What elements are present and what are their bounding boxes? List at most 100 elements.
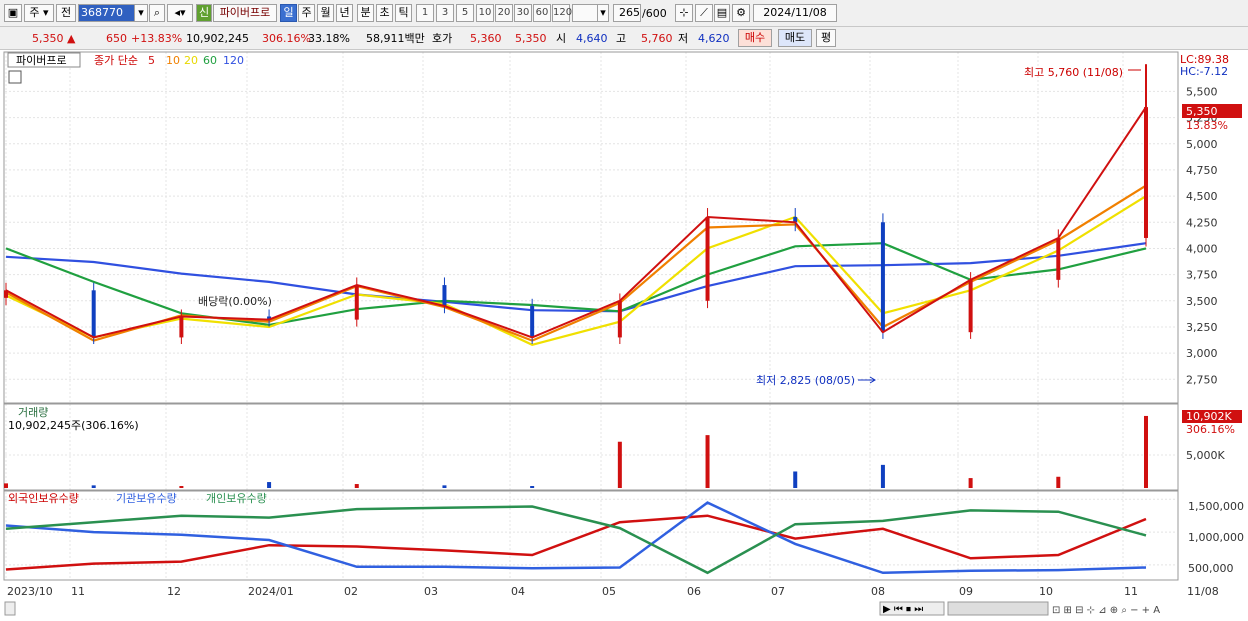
price-tick-label: 2,750 xyxy=(1186,373,1218,386)
candle-body xyxy=(91,290,96,338)
interval-60-button[interactable]: 60 xyxy=(533,4,551,22)
time-tick-label: 08 xyxy=(871,585,885,598)
volume-title: 거래량 xyxy=(18,406,48,419)
time-tick-label: 11 xyxy=(71,585,85,598)
ma-label[interactable]: 종가 단순 xyxy=(94,54,138,67)
time-tick-label: 03 xyxy=(424,585,438,598)
volume-bar xyxy=(880,464,885,488)
dividend-note: 배당락(0.00%) xyxy=(198,295,272,308)
market-select[interactable]: 주 ▾ xyxy=(24,4,54,22)
current-pct-text: 13.83% xyxy=(1186,119,1228,132)
buy-button[interactable]: 매수 xyxy=(738,29,772,47)
interval-5-button[interactable]: 5 xyxy=(456,4,474,22)
interval-1-button[interactable]: 1 xyxy=(416,4,434,22)
price-tick-label: 5,500 xyxy=(1186,85,1218,98)
volume-bar xyxy=(179,486,184,488)
sell-button[interactable]: 매도 xyxy=(778,29,812,47)
period-week-button[interactable]: 주 xyxy=(298,4,315,22)
count-max: /600 xyxy=(642,7,667,20)
price-tick-label: 4,500 xyxy=(1186,190,1218,203)
time-tick-label: 11/08 xyxy=(1187,585,1219,598)
period-month-button[interactable]: 월 xyxy=(317,4,334,22)
date-input[interactable]: 2024/11/08 xyxy=(753,4,837,22)
ma60-label[interactable]: 60 xyxy=(203,54,217,67)
foreign-holding-legend[interactable]: 외국인보유수량 xyxy=(8,492,79,505)
volume-bar xyxy=(968,478,973,488)
save-icon[interactable]: ▤ xyxy=(714,4,730,22)
institution-holding-legend[interactable]: 기관보유수량 xyxy=(116,492,177,505)
period-second-button[interactable]: 초 xyxy=(376,4,393,22)
low-note: 최저 2,825 (08/05) xyxy=(756,374,855,387)
turnover-rate: 33.18% xyxy=(308,32,350,45)
play-icon[interactable]: ▶ ⏮ ⏹ ⏭ xyxy=(883,604,923,615)
quote-bar: 5,350 ▲ 650 +13.83% 10,902,245 306.16% 3… xyxy=(0,27,1248,50)
menu-icon[interactable]: ▣ xyxy=(4,4,22,22)
crosshair-icon[interactable]: ⊹ xyxy=(675,4,693,22)
trade-amount: 58,911백만 xyxy=(366,32,425,45)
hc-label: HC:-7.12 xyxy=(1180,65,1228,78)
time-tick-label: 11 xyxy=(1124,585,1138,598)
price-tick-label: 5,000 xyxy=(1186,138,1218,151)
candle-body xyxy=(617,300,622,338)
time-tick-label: 06 xyxy=(687,585,701,598)
interval-20-button[interactable]: 20 xyxy=(495,4,513,22)
interval-30-button[interactable]: 30 xyxy=(514,4,532,22)
zoom-controls-icon[interactable]: ⊡ ⊞ ⊟ ⊹ ⊿ ⊕ ⌕ − + A xyxy=(1052,605,1160,616)
ma5-label[interactable]: 5 xyxy=(148,54,155,67)
individual-holding-legend[interactable]: 개인보유수량 xyxy=(206,492,267,505)
interval-dropdown-icon[interactable]: ▾ xyxy=(597,4,609,22)
draw-line-icon[interactable]: ⟋ xyxy=(695,4,713,22)
candle-body xyxy=(1144,107,1148,238)
time-tick-label: 05 xyxy=(602,585,616,598)
candle-body xyxy=(968,279,973,333)
code-dropdown-icon[interactable]: ▾ xyxy=(134,4,148,22)
high-price: 5,760 xyxy=(641,32,673,45)
volume-ratio: 306.16% xyxy=(262,32,311,45)
volume-bar xyxy=(1056,476,1061,488)
time-tick-label: 12 xyxy=(167,585,181,598)
interval-10-button[interactable]: 10 xyxy=(476,4,494,22)
period-year-button[interactable]: 년 xyxy=(336,4,353,22)
period-day-button[interactable]: 일 xyxy=(280,4,297,22)
time-tick-label: 02 xyxy=(344,585,358,598)
period-tick-button[interactable]: 틱 xyxy=(395,4,412,22)
price-tick-label: 4,250 xyxy=(1186,216,1218,229)
interval-3-button[interactable]: 3 xyxy=(436,4,454,22)
candle-body xyxy=(530,306,535,338)
search-icon[interactable]: ⌕ xyxy=(149,4,165,22)
volume-bar xyxy=(354,484,359,488)
count-input[interactable]: 265 xyxy=(613,4,641,22)
candle-body xyxy=(880,222,885,333)
candle-body xyxy=(442,285,447,307)
price-tick-label: 3,500 xyxy=(1186,295,1218,308)
scroll-left-button[interactable] xyxy=(4,601,16,616)
open-label: 시 xyxy=(556,32,567,45)
scrollbar[interactable] xyxy=(947,601,1049,616)
volume-bar xyxy=(530,486,535,488)
interval-120-button[interactable]: 120 xyxy=(552,4,572,22)
price-panel-name: 파이버프로 xyxy=(16,54,67,67)
stock-name[interactable]: 파이버프로 xyxy=(213,4,277,22)
holding-axis-1500000: 1,500,000 xyxy=(1188,500,1244,513)
current-price: 5,350 ▲ xyxy=(32,32,76,45)
time-tick-label: 09 xyxy=(959,585,973,598)
ma10-label[interactable]: 10 xyxy=(166,54,180,67)
ma120-label[interactable]: 120 xyxy=(223,54,244,67)
speaker-icon[interactable]: ◂▾ xyxy=(167,4,193,22)
toolbar: ▣ 주 ▾ 전 368770 ▾ ⌕ ◂▾ 신 파이버프로 일 주 월 년 분 … xyxy=(0,0,1248,27)
volume-bar xyxy=(91,485,96,488)
volume-bar xyxy=(442,485,447,488)
time-tick-label: 07 xyxy=(771,585,785,598)
calculator-icon[interactable] xyxy=(8,70,22,84)
eval-button[interactable]: 평 xyxy=(816,29,836,47)
time-tick-label: 2023/10 xyxy=(7,585,53,598)
price-tick-label: 3,750 xyxy=(1186,269,1218,282)
period-minute-button[interactable]: 분 xyxy=(357,4,374,22)
ask-price: 5,360 xyxy=(470,32,502,45)
gear-icon[interactable]: ⚙ xyxy=(732,4,750,22)
period-label[interactable]: 전 xyxy=(56,4,76,22)
holding-axis-1000000: 1,000,000 xyxy=(1188,531,1244,544)
low-label: 저 xyxy=(678,32,689,45)
current-price-tag-text: 5,350 xyxy=(1186,105,1218,118)
ma20-label[interactable]: 20 xyxy=(184,54,198,67)
